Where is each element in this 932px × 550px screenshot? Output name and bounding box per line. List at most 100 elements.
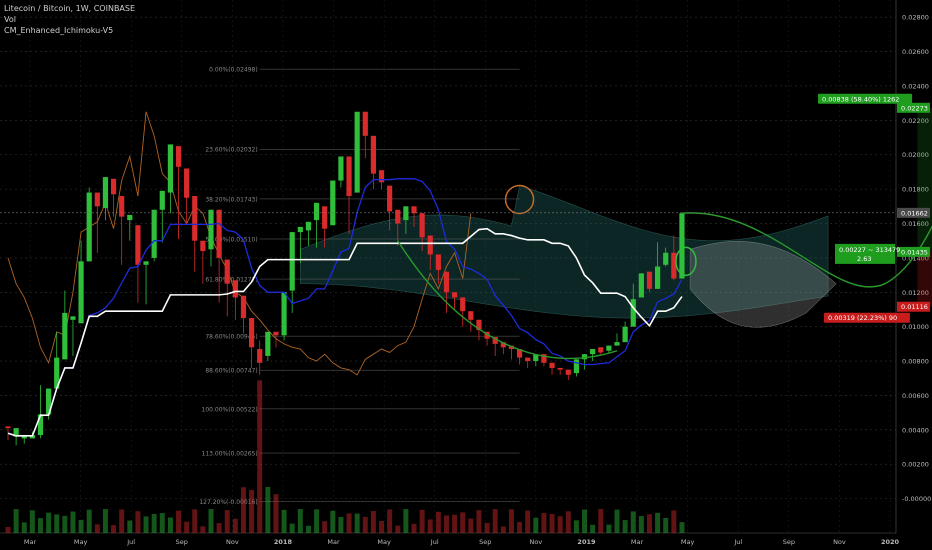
- volume-bar: [192, 509, 198, 533]
- volume-bar: [29, 510, 35, 533]
- y-tick-label: 0.00600: [902, 392, 929, 400]
- volume-bar: [159, 513, 165, 533]
- volume-bar: [13, 509, 19, 533]
- x-tick-label: 2018: [274, 538, 293, 546]
- candle-body: [606, 345, 612, 351]
- volume-bar: [517, 521, 523, 533]
- candle-body: [257, 349, 263, 363]
- y-tick-label: 0.00200: [902, 461, 929, 469]
- volume-bar: [598, 509, 604, 533]
- volume-bar: [86, 509, 92, 533]
- volume-bar: [127, 520, 133, 533]
- price-tag-label: 0.01116: [901, 303, 928, 311]
- candle-body: [614, 342, 620, 346]
- x-tick-label: Sep: [176, 538, 188, 546]
- candle-body: [646, 271, 653, 289]
- candle-body: [216, 209, 222, 258]
- volume-bar: [452, 514, 458, 533]
- candle-body: [94, 192, 100, 207]
- y-tick-label: 0.02800: [902, 14, 929, 22]
- volume-bar: [533, 517, 539, 533]
- candle-body: [330, 180, 336, 226]
- volume-bar: [573, 520, 579, 533]
- candle-body: [443, 271, 450, 293]
- candle-body: [638, 273, 644, 298]
- volume-bar: [200, 526, 206, 533]
- candle-body: [346, 156, 352, 197]
- fib-level-label: 127.20%(-0.00016): [199, 499, 257, 506]
- candle-body: [110, 178, 117, 195]
- candle-body: [403, 206, 409, 221]
- candle-body: [159, 190, 165, 210]
- candle-body: [395, 209, 401, 224]
- volume-bar: [484, 522, 490, 533]
- y-tick-label: -0.00000: [902, 495, 931, 503]
- volume-bar: [322, 521, 328, 533]
- candle-body: [370, 135, 376, 174]
- volume-bar: [549, 514, 555, 533]
- entry-label-1: 0.00227 ~ 313479: [839, 246, 900, 254]
- candle-body: [127, 214, 133, 221]
- candle-body: [354, 111, 360, 193]
- candle-body: [525, 357, 531, 362]
- volume-bar: [208, 509, 214, 533]
- candle-body: [565, 369, 571, 375]
- volume-bar: [184, 521, 190, 533]
- candle-body: [297, 226, 303, 233]
- volume-bar: [403, 509, 409, 533]
- price-tag-label: 0.01662: [901, 209, 928, 217]
- candle-body: [135, 225, 141, 265]
- volume-bar: [500, 526, 506, 533]
- candle-body: [557, 367, 563, 370]
- volume-bar: [671, 510, 677, 533]
- candle-body: [151, 209, 157, 258]
- x-tick-label: Nov: [530, 538, 543, 546]
- stop-zone: [917, 251, 932, 307]
- volume-bar: [370, 510, 376, 533]
- volume-bar: [614, 509, 620, 533]
- candle-body: [249, 318, 255, 348]
- volume-bar: [476, 510, 482, 533]
- volume-bar: [305, 525, 311, 533]
- candle-body: [265, 331, 271, 356]
- volume-bar: [224, 510, 230, 533]
- volume-bar: [297, 509, 303, 533]
- candle-body: [184, 168, 190, 198]
- x-tick-label: Jul: [430, 538, 439, 546]
- volume-bar: [435, 511, 441, 533]
- candle-body: [200, 240, 206, 252]
- volume-bar: [663, 517, 669, 533]
- volume-bar: [525, 510, 531, 533]
- candle-body: [460, 297, 466, 312]
- candle-body: [313, 202, 320, 221]
- fib-level-label: 38.20%(0.01743): [205, 196, 257, 203]
- volume-bar: [257, 380, 263, 533]
- candle-body: [590, 349, 596, 355]
- candle-body: [305, 221, 312, 231]
- candle-body: [378, 170, 385, 183]
- candle-body: [70, 316, 76, 320]
- candle-body: [232, 280, 238, 298]
- volume-bar: [265, 486, 271, 533]
- volume-bar: [240, 487, 246, 533]
- x-tick-label: Nov: [833, 538, 846, 546]
- volume-bar: [460, 512, 466, 533]
- volume-bar: [232, 518, 238, 533]
- chart-legend: Litecoin / Bitcoin, 1W, COINBASE Vol CM_…: [4, 3, 135, 36]
- candle-body: [289, 232, 295, 291]
- candle-body: [630, 299, 636, 327]
- price-chart[interactable]: 0.028000.026000.024000.022000.020000.018…: [0, 0, 932, 550]
- volume-bar: [387, 509, 393, 533]
- volume-bar: [176, 510, 182, 533]
- volume-bar: [492, 509, 498, 533]
- volume-bar: [5, 527, 11, 533]
- price-tag-label: 0.02273: [901, 104, 928, 112]
- fib-level-label: 23.60%(0.02032): [205, 147, 257, 154]
- candle-body: [224, 259, 230, 284]
- volume-bar: [249, 489, 255, 533]
- volume-bar: [70, 511, 76, 533]
- volume-bar: [135, 511, 141, 533]
- volume-bar: [679, 522, 685, 533]
- x-tick-label: Nov: [226, 538, 239, 546]
- volume-bar: [151, 513, 157, 533]
